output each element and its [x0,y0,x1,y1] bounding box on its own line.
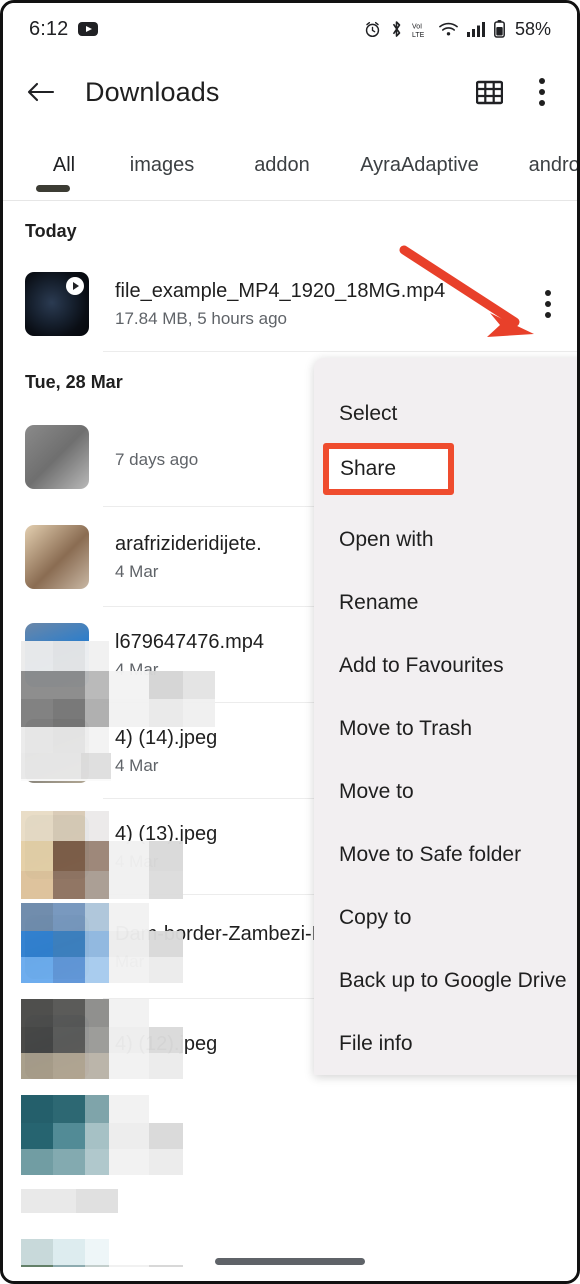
svg-text:LTE: LTE [412,31,425,37]
app-bar: Downloads [3,55,577,129]
grid-view-icon[interactable] [475,80,504,105]
file-thumbnail [25,815,89,879]
menu-item-copy-to[interactable]: Copy to [314,886,577,949]
youtube-icon [78,22,99,36]
menu-item-share-label: Share [340,457,397,480]
alarm-icon [364,21,381,38]
row-overflow-menu-icon[interactable] [545,290,551,318]
file-thumbnail [25,272,89,336]
file-thumbnail [25,915,89,979]
menu-item-select[interactable]: Select [314,382,577,445]
home-indicator[interactable] [215,1257,365,1265]
status-bar-right: VoI LTE 58% [364,19,551,40]
overflow-menu-icon[interactable] [539,78,545,106]
menu-item-open-with[interactable]: Open with [314,508,577,571]
menu-item-backup-google-drive[interactable]: Back up to Google Drive [314,949,577,1012]
menu-item-add-to-favourites[interactable]: Add to Favourites [314,634,577,697]
signal-icon [466,21,485,37]
menu-item-move-to-trash[interactable]: Move to Trash [314,697,577,760]
file-thumbnail [25,425,89,489]
battery-icon [494,20,505,38]
tab-ayraadaptive[interactable]: AyraAdaptive [337,154,502,177]
wifi-icon [439,22,458,37]
tab-bar: All images addon AyraAdaptive android Ay… [3,129,577,201]
tab-addon[interactable]: addon [227,154,337,177]
phone-screen: 6:12 VoI LTE 58% Downloads All images ad… [0,0,580,1284]
status-time: 6:12 [29,17,69,40]
status-bar-left: 6:12 [29,17,99,41]
menu-item-rename[interactable]: Rename [314,571,577,634]
menu-item-move-to[interactable]: Move to [314,760,577,823]
app-bar-actions [475,78,545,106]
section-header-today: Today [25,221,77,241]
tab-all[interactable]: All [31,154,97,177]
file-thumbnail [25,719,89,783]
file-thumbnail [25,525,89,589]
page-title: Downloads [85,76,220,107]
svg-text:VoI: VoI [412,23,422,30]
battery-percent: 58% [514,18,551,39]
file-name: file_example_MP4_1920_18MG.mp4 [115,279,446,302]
file-meta: file_example_MP4_1920_18MG.mp4 17.84 MB,… [115,280,519,329]
share-highlight-box[interactable]: Share [323,443,454,495]
volte-icon: VoI LTE [412,21,430,38]
play-icon [66,277,84,295]
tab-android[interactable]: android [502,154,577,177]
row-divider [103,351,577,352]
bluetooth-icon [390,20,403,38]
file-thumbnail [25,623,89,687]
table-row[interactable]: file_example_MP4_1920_18MG.mp4 17.84 MB,… [3,256,577,352]
file-subtitle: 17.84 MB, 5 hours ago [115,308,288,328]
status-bar: 6:12 VoI LTE 58% [3,3,577,55]
tab-images[interactable]: images [97,154,227,177]
file-thumbnail [25,1015,89,1079]
back-arrow-icon[interactable] [27,80,55,104]
gesture-nav-bar [3,1241,577,1281]
tab-indicator [36,185,70,192]
menu-item-move-to-safe-folder[interactable]: Move to Safe folder [314,823,577,886]
menu-item-file-info[interactable]: File info [314,1012,577,1075]
